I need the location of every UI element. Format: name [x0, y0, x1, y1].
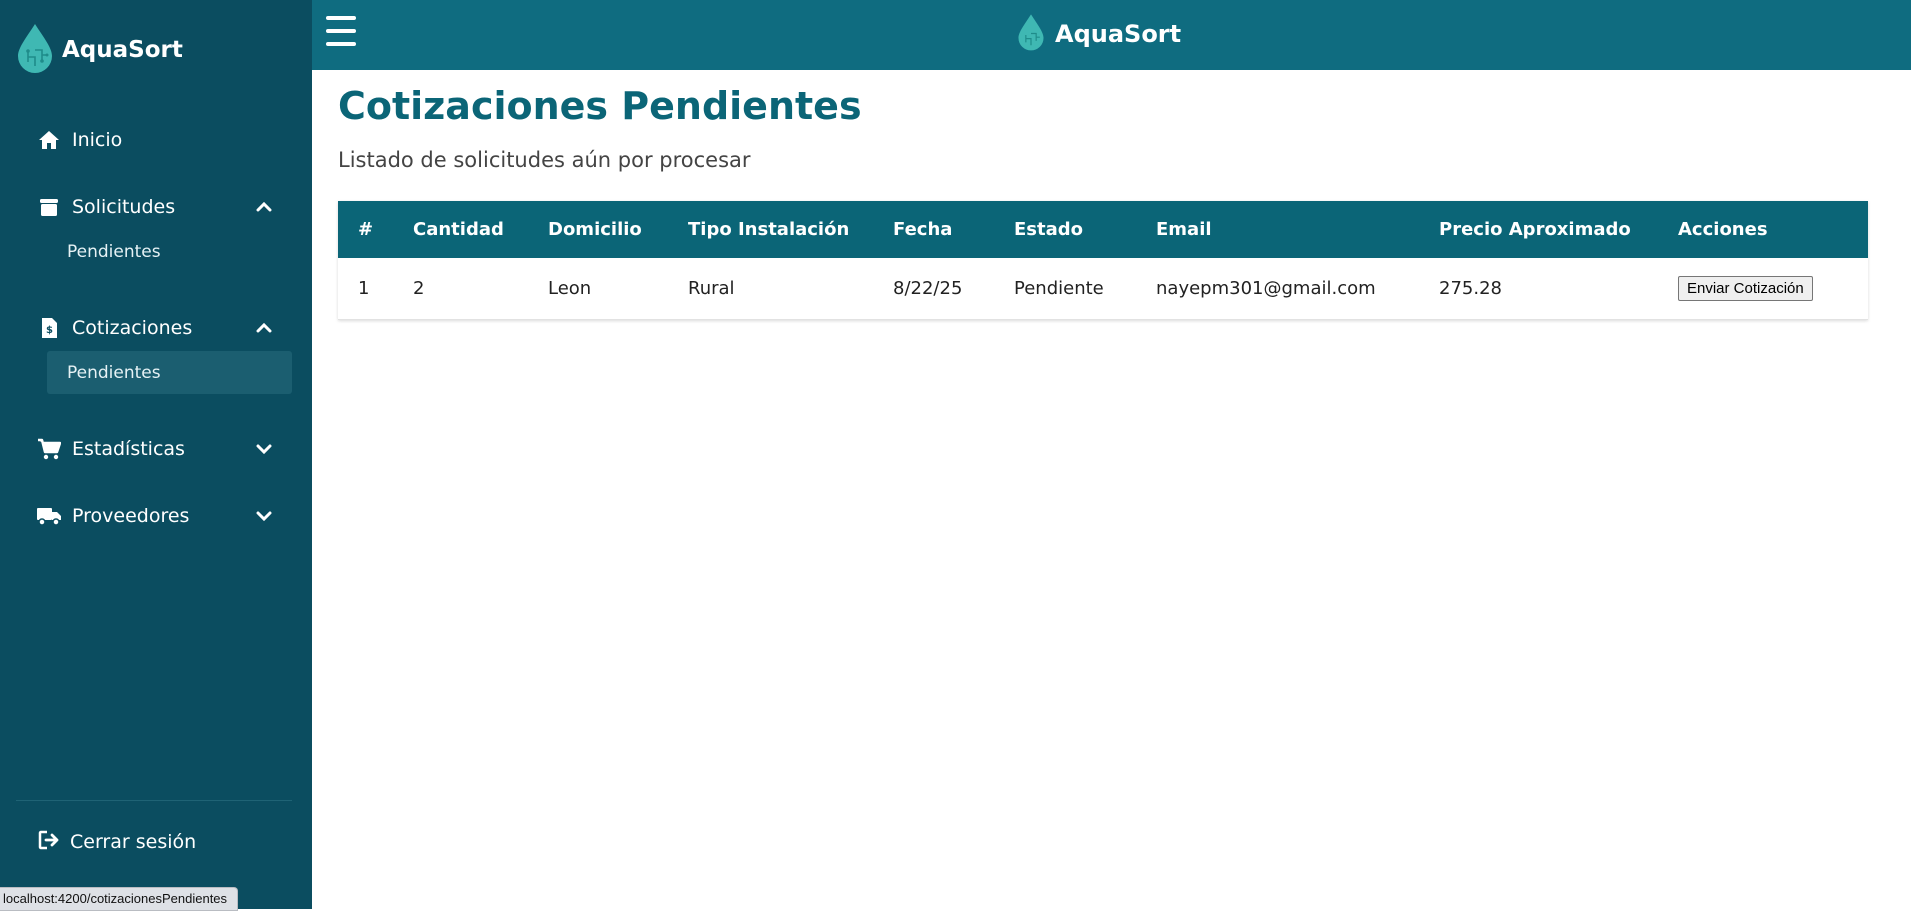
cell-fecha: 8/22/25 [873, 258, 994, 320]
sidebar-item-label: Inicio [72, 129, 123, 151]
cell-domicilio: Leon [528, 258, 668, 320]
table-row: 1 2 Leon Rural 8/22/25 Pendiente nayepm3… [338, 258, 1868, 320]
logout-button[interactable]: Cerrar sesión [38, 822, 196, 862]
home-icon [36, 128, 62, 152]
cart-icon [36, 437, 62, 461]
page-title: Cotizaciones Pendientes [338, 84, 862, 128]
column-header: Fecha [873, 201, 994, 258]
column-header: Cantidad [393, 201, 528, 258]
sidebar-item-solicitudes[interactable]: Solicitudes [36, 187, 276, 227]
quotes-table: # Cantidad Domicilio Tipo Instalación Fe… [338, 201, 1868, 320]
sidebar-subitem-solicitudes-pendientes[interactable]: Pendientes [47, 230, 292, 273]
chevron-down-icon[interactable] [252, 437, 276, 461]
cell-acciones: Enviar Cotización [1658, 258, 1868, 320]
sidebar-subitem-cotizaciones-pendientes[interactable]: Pendientes [47, 351, 292, 394]
sidebar-item-label: Solicitudes [72, 196, 176, 218]
sidebar-brand[interactable]: AquaSort [16, 24, 183, 76]
chevron-down-icon[interactable] [252, 504, 276, 528]
chevron-up-icon[interactable] [252, 195, 276, 219]
sidebar-item-inicio[interactable]: Inicio [36, 120, 276, 160]
column-header: Acciones [1658, 201, 1868, 258]
water-drop-logo-icon [16, 22, 54, 78]
logout-label: Cerrar sesión [70, 831, 197, 853]
sidebar-item-cotizaciones[interactable]: $ Cotizaciones [36, 308, 276, 348]
menu-toggle-icon[interactable] [326, 16, 356, 46]
sidebar-divider [16, 800, 292, 801]
page-subtitle: Listado de solicitudes aún por procesar [338, 148, 751, 172]
table-header-row: # Cantidad Domicilio Tipo Instalación Fe… [338, 201, 1868, 258]
column-header: Precio Aproximado [1419, 201, 1658, 258]
truck-icon [36, 504, 62, 528]
svg-text:$: $ [46, 325, 53, 336]
column-header: Tipo Instalación [668, 201, 873, 258]
cell-cantidad: 2 [393, 258, 528, 320]
cell-email: nayepm301@gmail.com [1136, 258, 1419, 320]
sign-out-icon [38, 830, 60, 854]
cell-tipo-instalacion: Rural [668, 258, 873, 320]
column-header: Email [1136, 201, 1419, 258]
sidebar: AquaSort Inicio Solicitudes Pendientes $… [0, 0, 312, 911]
sidebar-item-label: Estadísticas [72, 438, 185, 460]
sidebar-item-label: Proveedores [72, 505, 190, 527]
sidebar-item-proveedores[interactable]: Proveedores [36, 496, 276, 536]
topbar-brand[interactable]: AquaSort [1017, 12, 1181, 56]
cell-estado: Pendiente [994, 258, 1136, 320]
invoice-icon: $ [36, 316, 62, 340]
water-drop-logo-icon [1017, 12, 1045, 56]
top-navbar: AquaSort [312, 0, 1911, 70]
status-bar-url: localhost:4200/cotizacionesPendientes [0, 887, 239, 911]
topbar-brand-name: AquaSort [1055, 20, 1182, 48]
column-header: Domicilio [528, 201, 668, 258]
chevron-up-icon[interactable] [252, 316, 276, 340]
brand-name: AquaSort [62, 37, 183, 63]
box-icon [36, 195, 62, 219]
send-quote-button[interactable]: Enviar Cotización [1678, 275, 1813, 301]
column-header: # [338, 201, 393, 258]
cell-number: 1 [338, 258, 393, 320]
cell-precio: 275.28 [1419, 258, 1658, 320]
sidebar-item-estadisticas[interactable]: Estadísticas [36, 429, 276, 469]
column-header: Estado [994, 201, 1136, 258]
sidebar-item-label: Cotizaciones [72, 317, 193, 339]
